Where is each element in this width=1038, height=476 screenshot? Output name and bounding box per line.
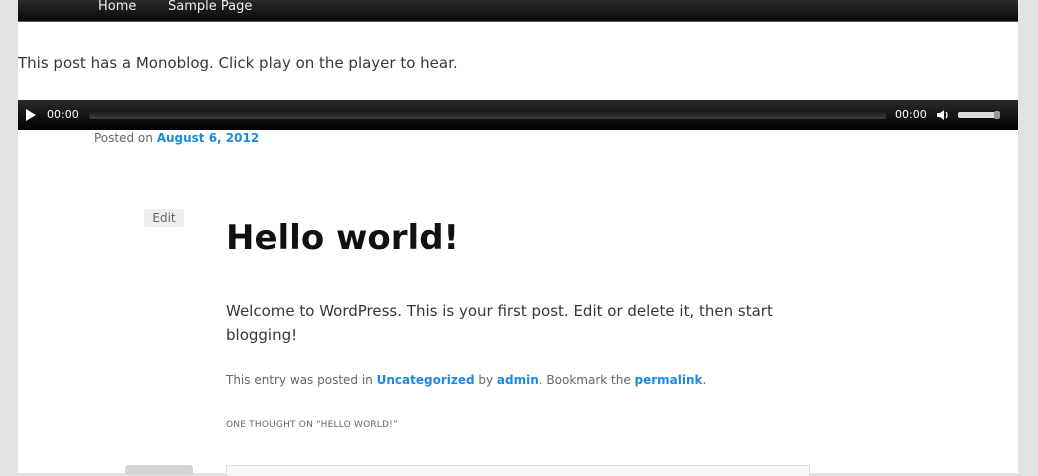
current-time: 00:00 (47, 108, 79, 121)
volume-slider[interactable] (958, 112, 996, 118)
comments-title: ONE THOUGHT ON “HELLO WORLD!” (226, 420, 398, 430)
comment-avatar (125, 465, 193, 475)
meta-bookmark: . Bookmark the (538, 373, 635, 387)
category-link[interactable]: Uncategorized (377, 373, 475, 387)
entry-meta: This entry was posted in Uncategorized b… (226, 373, 706, 387)
audio-player: 00:00 00:00 (18, 100, 1018, 130)
top-navigation-bar: Home Sample Page (18, 0, 1018, 22)
permalink-link[interactable]: permalink (635, 373, 703, 387)
comment-box (226, 465, 810, 476)
intro-text: This post has a Monoblog. Click play on … (18, 54, 458, 72)
post-content: Welcome to WordPress. This is your first… (226, 302, 773, 344)
author-link[interactable]: admin (497, 373, 539, 387)
meta-by: by (474, 373, 497, 387)
meta-end: . (702, 373, 707, 387)
duration-time: 00:00 (895, 108, 927, 121)
nav-sample-page[interactable]: Sample Page (168, 0, 252, 14)
nav-home[interactable]: Home (98, 0, 136, 14)
edit-button[interactable]: Edit (144, 209, 184, 227)
seek-track[interactable] (89, 111, 886, 119)
post-date-link[interactable]: August 6, 2012 (157, 131, 260, 145)
posted-prefix: Posted on (94, 131, 157, 145)
post-title: Hello world! (226, 218, 460, 258)
play-icon[interactable] (26, 109, 36, 121)
volume-icon[interactable] (936, 108, 950, 122)
volume-handle[interactable] (994, 111, 1000, 119)
meta-prefix: This entry was posted in (226, 373, 377, 387)
posted-on: Posted on August 6, 2012 (94, 131, 259, 145)
